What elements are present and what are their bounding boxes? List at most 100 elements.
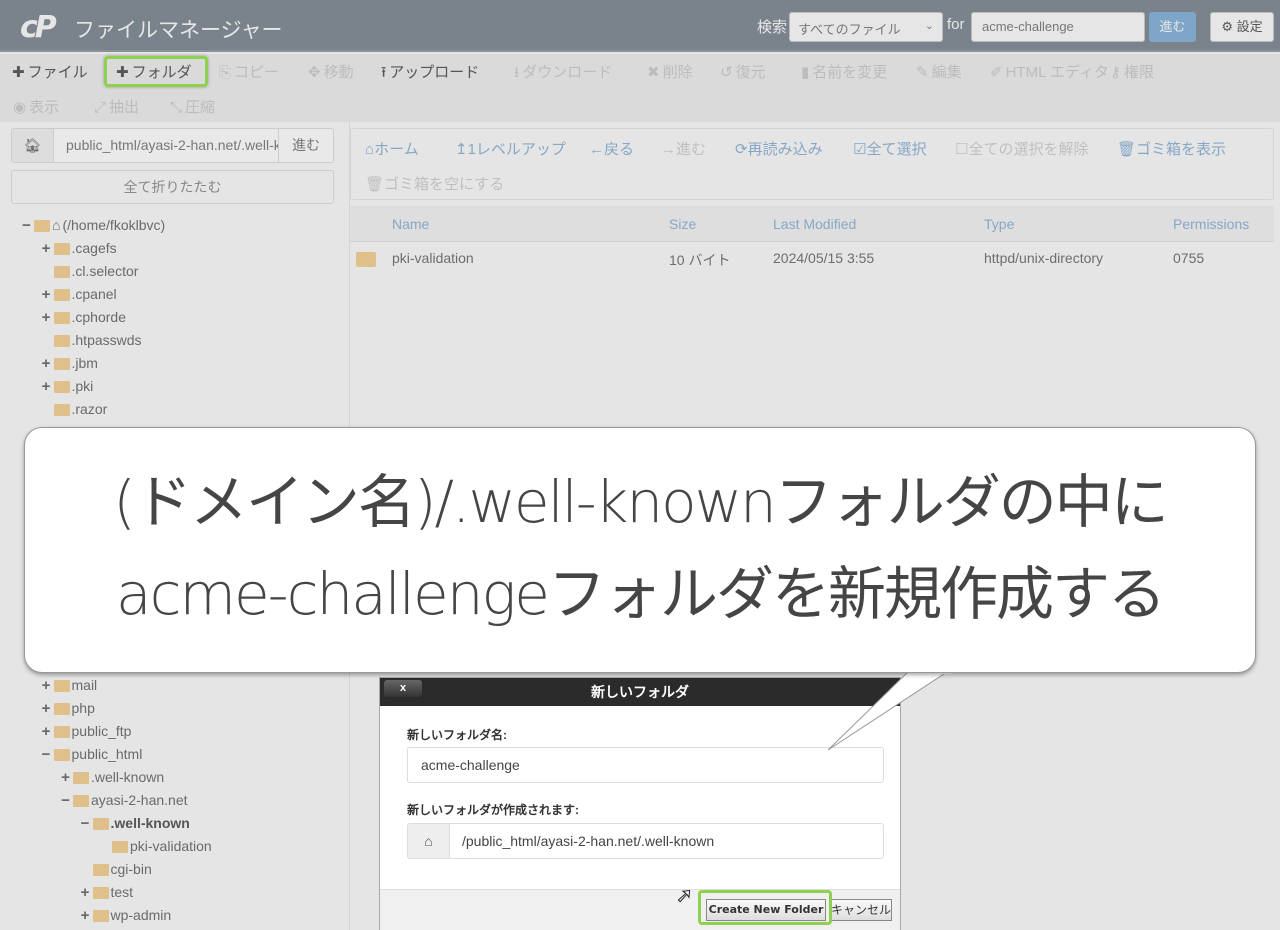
- expand-icon[interactable]: +: [40, 352, 53, 375]
- settings-button[interactable]: ⚙ 設定: [1210, 12, 1274, 42]
- folder-name-input[interactable]: acme-challenge: [407, 747, 884, 783]
- toolbar-edit-button[interactable]: ✐ HTML エディタ: [990, 61, 1109, 82]
- nav-select-all[interactable]: ☑全て選択: [853, 138, 926, 159]
- col-permissions[interactable]: Permissions: [1173, 216, 1249, 232]
- search-input[interactable]: acme-challenge: [971, 12, 1145, 42]
- tree-item[interactable]: + php: [0, 697, 350, 720]
- tree-item[interactable]: − ⌂ (/home/fkoklbvc): [0, 214, 350, 237]
- toolbar-delete-button[interactable]: ✖ 削除: [647, 61, 693, 82]
- nav-forward[interactable]: →進む: [661, 138, 706, 159]
- search-go-button[interactable]: 進む: [1149, 12, 1196, 42]
- col-size[interactable]: Size: [669, 216, 696, 232]
- expand-icon[interactable]: +: [79, 881, 92, 904]
- tree-item[interactable]: − .well-known: [0, 812, 350, 835]
- tree-item[interactable]: + mail: [0, 674, 350, 697]
- tree-item[interactable]: + wp-admin: [0, 904, 350, 927]
- col-name[interactable]: Name: [392, 216, 429, 232]
- toolbar-pencil-button[interactable]: ✎ 編集: [916, 61, 962, 82]
- toolbar-key-button[interactable]: ⚷ 権限: [1110, 61, 1154, 82]
- cpanel-logo: cP: [20, 10, 57, 45]
- tree-item[interactable]: + .cagefs: [0, 237, 350, 260]
- path-go-button[interactable]: 進む: [278, 129, 333, 162]
- path-input[interactable]: public_html/ayasi-2-han.net/.well-known: [54, 129, 278, 162]
- nav-deselect-all[interactable]: ☐全ての選択を解除: [955, 138, 1088, 159]
- tree-item[interactable]: .cl.selector: [0, 260, 350, 283]
- search-scope-value: すべてのファイル: [798, 22, 901, 37]
- nav-empty-trash[interactable]: 🗑︎ゴミ箱を空にする: [365, 173, 504, 194]
- collapse-icon[interactable]: −: [40, 743, 53, 766]
- toolbar-move-button[interactable]: ✥ 移動: [308, 61, 354, 82]
- cancel-button[interactable]: キャンセル: [830, 899, 892, 921]
- folder-icon: [53, 242, 70, 255]
- tree-item-label: .razor: [71, 401, 108, 417]
- toolbar-upload-button[interactable]: ⭱ アップロード: [381, 61, 479, 87]
- tree-item[interactable]: .razor: [0, 398, 350, 421]
- close-button[interactable]: x: [384, 680, 422, 697]
- tree-item[interactable]: cgi-bin: [0, 858, 350, 881]
- search-scope-select[interactable]: すべてのファイル ⌄: [789, 12, 943, 42]
- toolbar-restore-button[interactable]: ↺ 復元: [720, 61, 766, 82]
- expand-icon[interactable]: +: [40, 283, 53, 306]
- cell-name: pki-validation: [392, 250, 474, 266]
- nav-reload[interactable]: ⟳再読み込み: [735, 138, 823, 159]
- tree-item-label: .well-known: [110, 815, 190, 831]
- tree-item-label: .htpasswds: [71, 332, 142, 348]
- tree-item-label: .pki: [71, 378, 94, 394]
- tree-item[interactable]: + .cpanel: [0, 283, 350, 306]
- toolbar-label: 編集: [931, 64, 962, 81]
- refresh-icon: ⟳: [735, 141, 748, 158]
- nav-reload-label: 再読み込み: [747, 141, 823, 158]
- tree-item[interactable]: + test: [0, 881, 350, 904]
- toolbar-download-button[interactable]: ⭳ ダウンロード: [514, 61, 612, 87]
- table-row[interactable]: pki-validation 10 バイト 2024/05/15 3:55 ht…: [350, 242, 1274, 274]
- toolbar-file-button[interactable]: ▮ 名前を変更: [801, 61, 887, 82]
- nav-up[interactable]: ↥1レベルアップ: [455, 138, 566, 159]
- toolbar-extract-button[interactable]: ⤢ 抽出: [94, 96, 139, 117]
- tree-item[interactable]: − public_html: [0, 743, 350, 766]
- nav-home[interactable]: ⌂ホーム: [365, 138, 419, 159]
- expand-icon[interactable]: +: [40, 720, 53, 743]
- nav-back[interactable]: ←戻る: [589, 138, 634, 159]
- collapse-icon[interactable]: −: [20, 214, 33, 237]
- collapse-icon[interactable]: −: [79, 812, 92, 835]
- tree-item[interactable]: + .well-known: [0, 766, 350, 789]
- tree-item[interactable]: − ayasi-2-han.net: [0, 789, 350, 812]
- create-button-highlight: [698, 890, 832, 925]
- toolbar-copy-button[interactable]: ⎘ コピー: [219, 61, 279, 82]
- tree-item-label: .well-known: [91, 769, 165, 785]
- toolbar-label: 移動: [323, 64, 354, 81]
- file-table: Name Size Last Modified Type Permissions…: [350, 206, 1274, 274]
- col-modified[interactable]: Last Modified: [773, 216, 856, 232]
- toolbar-compress-button[interactable]: ⤡ 圧縮: [170, 96, 215, 117]
- tree-item[interactable]: pki-validation: [0, 835, 350, 858]
- tree-item[interactable]: + public_ftp: [0, 720, 350, 743]
- expand-icon[interactable]: +: [40, 237, 53, 260]
- tree-item[interactable]: .htpasswds: [0, 329, 350, 352]
- folder-open-icon: [34, 219, 50, 232]
- expand-icon[interactable]: +: [40, 674, 53, 697]
- tree-item[interactable]: + .pki: [0, 375, 350, 398]
- download-icon: ⭳: [514, 64, 520, 81]
- expand-icon[interactable]: +: [40, 306, 53, 329]
- expand-icon[interactable]: +: [40, 697, 53, 720]
- col-type[interactable]: Type: [984, 216, 1014, 232]
- collapse-all-button[interactable]: 全て折りたたむ: [11, 170, 334, 204]
- folder-icon: [53, 725, 70, 738]
- expand-icon[interactable]: +: [40, 375, 53, 398]
- expand-icon[interactable]: +: [59, 766, 72, 789]
- callout-line-1: (ドメイン名)/.well-knownフォルダの中に: [113, 468, 1169, 536]
- toolbar-label: ファイル: [27, 64, 88, 81]
- collapse-icon[interactable]: −: [59, 789, 72, 812]
- nav-show-trash[interactable]: 🗑︎ゴミ箱を表示: [1117, 138, 1226, 159]
- toolbar-plus-button[interactable]: ✚ ファイル: [12, 61, 88, 82]
- callout-line-2: acme-challengeフォルダを新規作成する: [116, 560, 1166, 628]
- toolbar-eye-button[interactable]: ◉ 表示: [13, 96, 59, 117]
- home-icon[interactable]: 🏠︎: [12, 129, 54, 162]
- callout-annotation: (ドメイン名)/.well-knownフォルダの中に acme-challeng…: [24, 427, 1256, 673]
- destination-field[interactable]: ⌂ /public_html/ayasi-2-han.net/.well-kno…: [407, 823, 884, 859]
- checkbox-checked-icon: ☑: [853, 141, 867, 158]
- expand-icon[interactable]: +: [79, 904, 92, 927]
- tree-item[interactable]: + .jbm: [0, 352, 350, 375]
- tree-item[interactable]: + .cphorde: [0, 306, 350, 329]
- plus-icon: ✚: [12, 64, 25, 81]
